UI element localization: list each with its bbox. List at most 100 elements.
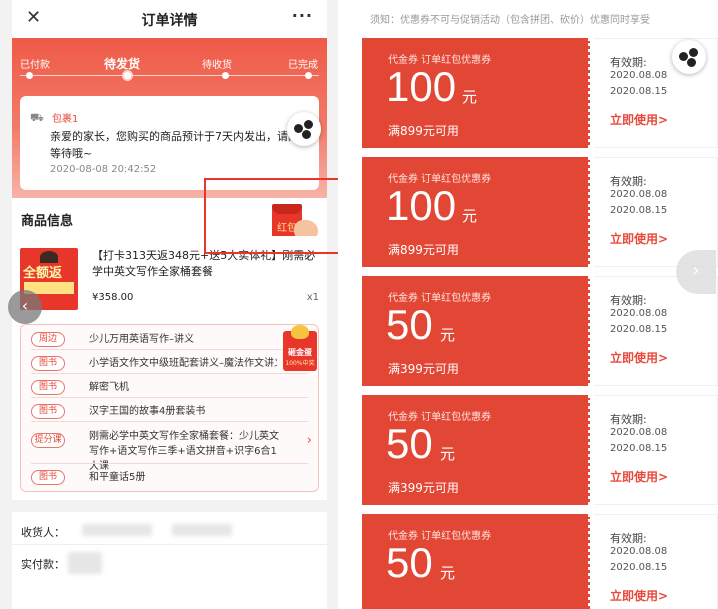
item-tag: 图书: [31, 404, 65, 419]
validity-label: 有效期:: [610, 532, 647, 545]
coupon-amount: 100: [386, 182, 457, 229]
blurred-phone: [172, 524, 232, 536]
coupon-amount: 50: [386, 539, 433, 586]
valid-start: 2020.08.08: [610, 308, 668, 319]
package-message: 亲爱的家长，您购买的商品预计于7天内发出，请耐心等待哦~: [50, 130, 310, 160]
item-text: 少儿万用英语写作–讲义: [89, 334, 194, 345]
coupon-unit: 元: [462, 88, 478, 106]
coupon-card[interactable]: 代金券 订单红包优惠券 50 元 满399元可用 有效期: 2020.08.08…: [362, 276, 718, 386]
step-awaiting-shipment: 待发货: [104, 57, 141, 71]
validity-label: 有效期:: [610, 175, 647, 188]
golden-egg-badge[interactable]: 砸金蛋 100%中奖: [283, 325, 317, 371]
use-now-link[interactable]: 立即使用>: [610, 468, 668, 485]
item-text: 和平童话5册: [89, 472, 146, 483]
valid-end: 2020.08.15: [610, 86, 668, 97]
egg-title: 砸金蛋: [288, 348, 312, 357]
goods-heading: 商品信息: [21, 214, 74, 229]
use-now-link[interactable]: 立即使用>: [610, 587, 668, 604]
step-paid: 已付款: [20, 60, 50, 71]
use-now-link[interactable]: 立即使用>: [610, 230, 668, 247]
package-time: 2020-08-08 20:42:52: [50, 164, 157, 175]
valid-start: 2020.08.08: [610, 189, 668, 200]
annotation-box: [204, 178, 338, 254]
receiver-label: 收货人：: [21, 526, 65, 539]
truck-icon: ⛟: [30, 111, 44, 124]
page-title: 订单详情: [141, 13, 198, 29]
goods-card: 全额返 【打卡313天返348元+送5大实体礼】刚需必学中英文写作全家桶套餐 ¥…: [12, 236, 327, 500]
order-detail-screen: ✕ 订单详情 ··· 已付款 待发货 待收货 已完成 ⛟ 包裹1 亲爱的家长，您…: [0, 0, 338, 609]
valid-end: 2020.08.15: [610, 562, 668, 573]
bundle-items: 周边 少儿万用英语写作–讲义 图书 小学语文作文中级班配套讲义–魔法作文讲义 图…: [20, 324, 319, 492]
coupon-card[interactable]: 代金券 订单红包优惠券 100 元 满899元可用 有效期: 2020.08.0…: [362, 157, 718, 267]
divider: [31, 421, 308, 422]
coupon-list-screen: 须知：优惠券不可与促销活动（包含拼团、砍价）优惠同时享受 代金券 订单红包优惠券…: [346, 0, 718, 609]
top-bar: ✕ 订单详情 ···: [12, 0, 327, 38]
divider: [12, 544, 327, 545]
coupon-card[interactable]: 代金券 订单红包优惠券 100 元 满899元可用 有效期: 2020.08.0…: [362, 38, 718, 148]
coupon-unit: 元: [440, 564, 456, 582]
coupon-amount: 50: [386, 420, 433, 467]
blurred-amount: [68, 552, 102, 574]
paid-label: 实付款：: [21, 558, 65, 571]
more-icon[interactable]: ···: [292, 6, 313, 25]
product-quantity: x1: [306, 292, 319, 303]
previous-arrow-icon[interactable]: ‹: [8, 290, 42, 324]
divider: [31, 397, 308, 398]
coupon-value-panel: 代金券 订单红包优惠券 100 元 满899元可用: [362, 157, 591, 267]
valid-start: 2020.08.08: [610, 546, 668, 557]
chevron-right-icon[interactable]: ›: [307, 433, 312, 448]
floating-service-button[interactable]: [287, 112, 321, 146]
receiver-section: 收货人： 实付款：: [12, 512, 327, 609]
coupon-amount: 100: [386, 63, 457, 110]
thumbnail-text: 全额返: [23, 266, 63, 281]
dot-icon: [689, 48, 698, 57]
coupon-amount: 50: [386, 301, 433, 348]
validity-label: 有效期:: [610, 294, 647, 307]
progress-dot: [222, 72, 229, 79]
coupon-card[interactable]: 代金券 订单红包优惠券 50 元 有效期: 2020.08.08 2020.08…: [362, 514, 718, 609]
validity-label: 有效期:: [610, 413, 647, 426]
item-tag: 图书: [31, 470, 65, 485]
blurred-name: [82, 524, 152, 536]
progress-dot-active: [122, 70, 133, 81]
dot-icon: [304, 120, 313, 129]
progress-dot: [305, 72, 312, 79]
coupon-value-panel: 代金券 订单红包优惠券 50 元: [362, 514, 591, 609]
divider: [31, 349, 308, 350]
coupon-unit: 元: [462, 207, 478, 225]
next-arrow-icon[interactable]: ›: [676, 250, 716, 294]
item-text: 刚需必学中英文写作全家桶套餐：少儿英文写作+语文写作三季+语文拼音+识字6合1大…: [89, 431, 279, 472]
coupon-card[interactable]: 代金券 订单红包优惠券 50 元 满399元可用 有效期: 2020.08.08…: [362, 395, 718, 505]
valid-end: 2020.08.15: [610, 443, 668, 454]
progress-dot: [26, 72, 33, 79]
dot-icon: [687, 58, 696, 67]
coupon-condition: 满399元可用: [388, 481, 459, 495]
coupon-value-panel: 代金券 订单红包优惠券 50 元 满399元可用: [362, 276, 591, 386]
coupon-condition: 满899元可用: [388, 243, 459, 257]
use-now-link[interactable]: 立即使用>: [610, 111, 668, 128]
dot-icon: [302, 130, 311, 139]
coupon-unit: 元: [440, 326, 456, 344]
floating-service-button[interactable]: [672, 40, 706, 74]
use-now-link[interactable]: 立即使用>: [610, 349, 668, 366]
valid-start: 2020.08.08: [610, 70, 668, 81]
coupon-notice: 须知：优惠券不可与促销活动（包含拼团、砍价）优惠同时享受: [370, 15, 650, 26]
item-tag: 图书: [31, 380, 65, 395]
divider: [31, 373, 308, 374]
package-label: 包裹1: [52, 114, 79, 125]
coupon-condition: 满399元可用: [388, 362, 459, 376]
validity-label: 有效期:: [610, 56, 647, 69]
valid-end: 2020.08.15: [610, 324, 668, 335]
valid-end: 2020.08.15: [610, 205, 668, 216]
coupon-value-panel: 代金券 订单红包优惠券 100 元 满899元可用: [362, 38, 591, 148]
coupon-unit: 元: [440, 445, 456, 463]
order-progress: 已付款 待发货 待收货 已完成: [12, 56, 327, 76]
coupon-info-panel: 有效期: 2020.08.08 2020.08.15 立即使用>: [594, 514, 718, 609]
item-tag: 提分课: [31, 433, 65, 448]
divider: [31, 463, 308, 464]
step-completed: 已完成: [288, 60, 318, 71]
item-text: 解密飞机: [89, 382, 129, 393]
item-tag: 周边: [31, 332, 65, 347]
golden-egg-icon: [291, 325, 309, 339]
item-tag: 图书: [31, 356, 65, 371]
